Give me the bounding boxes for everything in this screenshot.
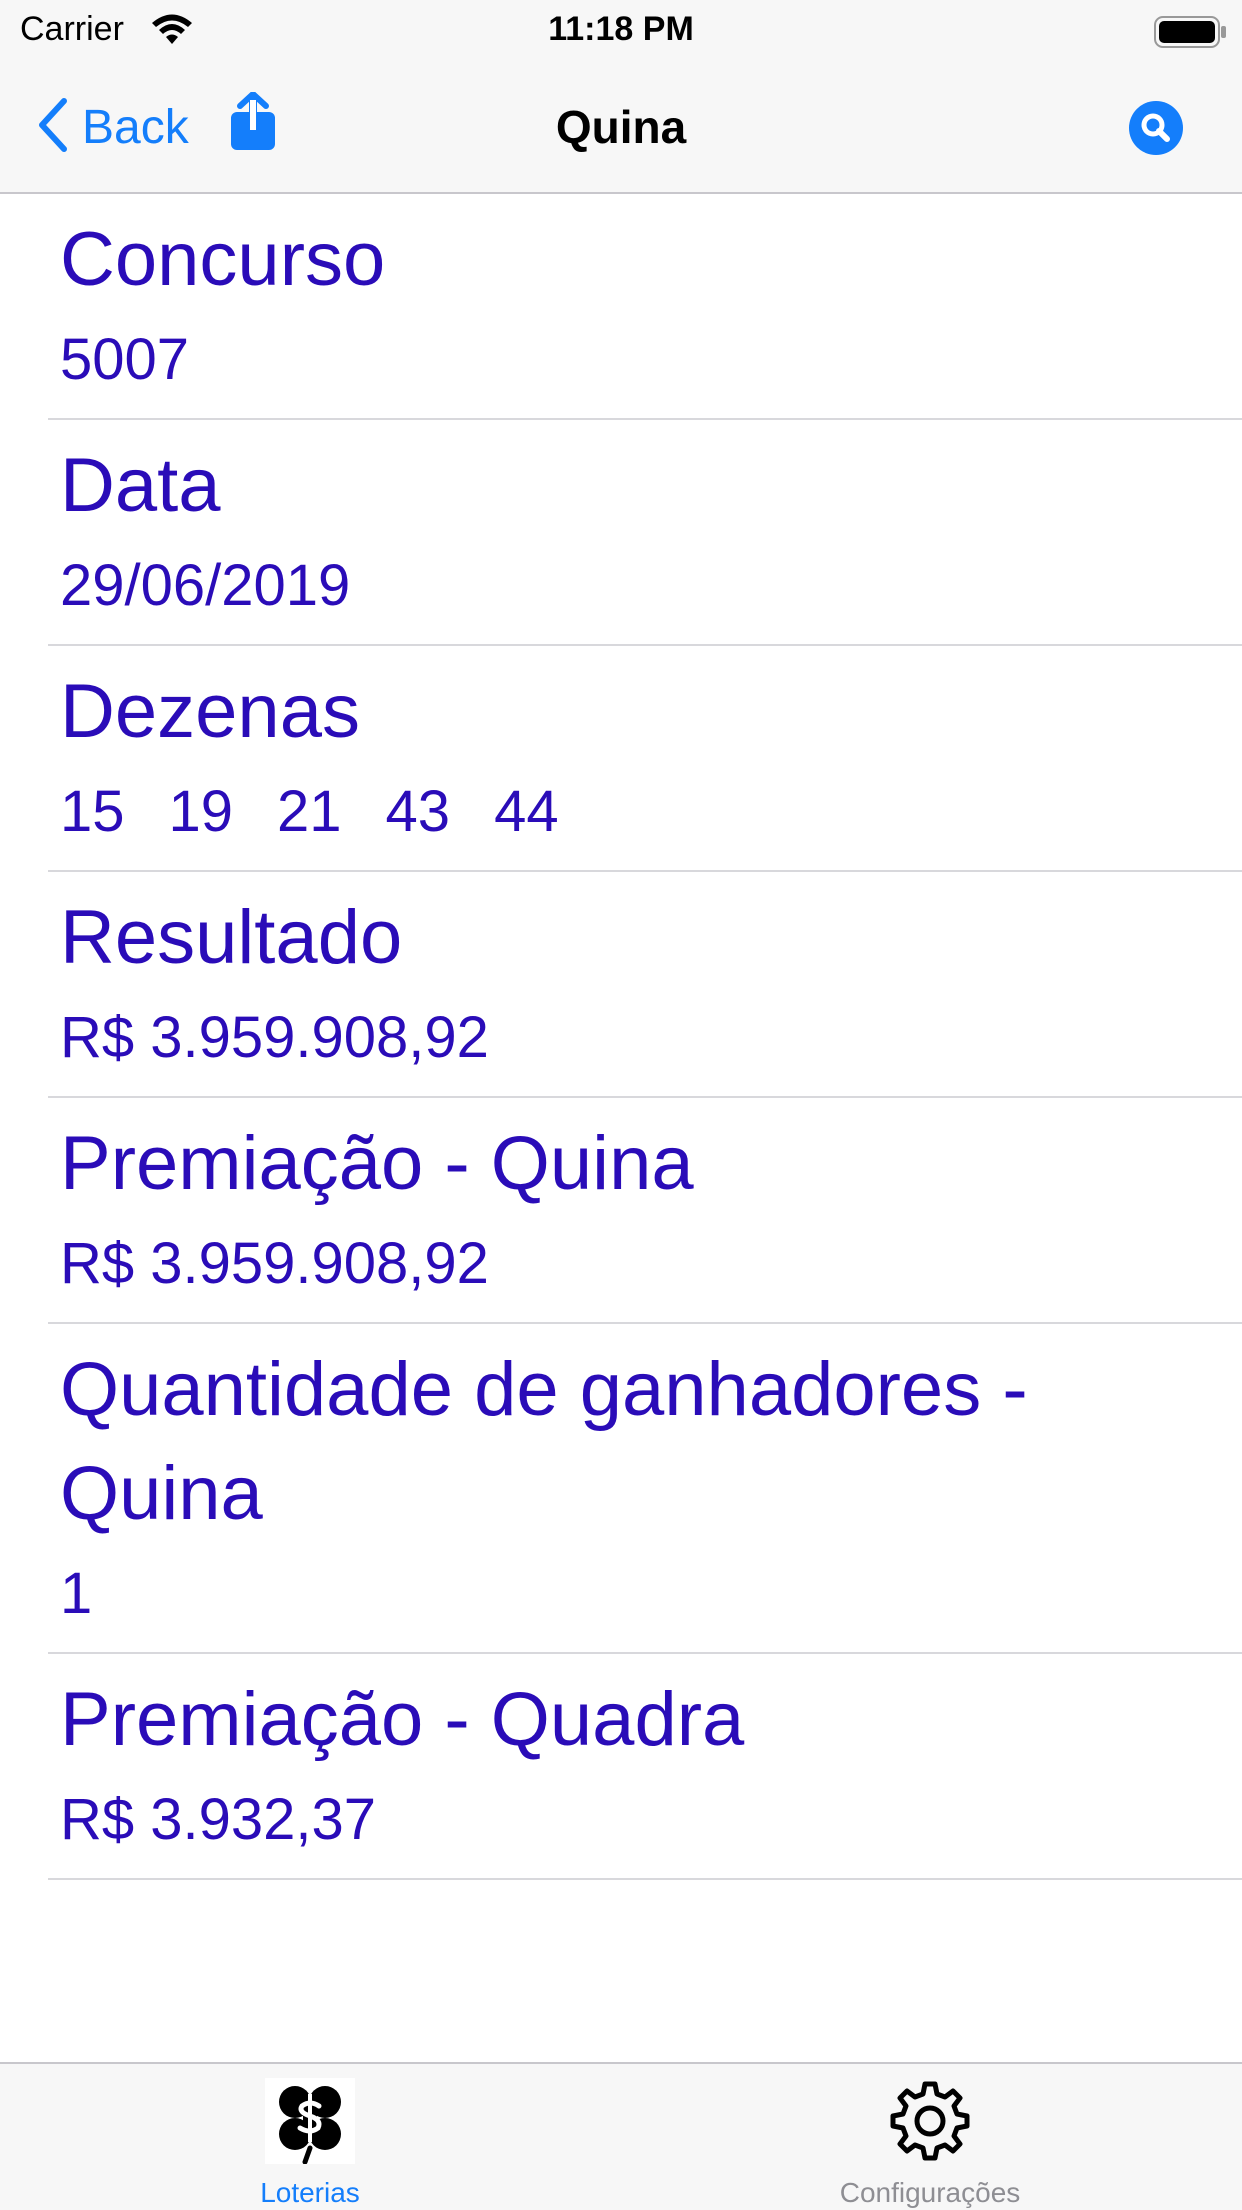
row-value: 5007 — [60, 327, 190, 392]
row-title: Concurso — [60, 217, 386, 302]
row-dezenas: Dezenas 15 19 21 43 44 — [48, 646, 1242, 872]
row-value: R$ 3.959.908,92 — [60, 1005, 489, 1070]
gear-icon — [887, 2078, 973, 2169]
tab-label: Loterias — [260, 2177, 360, 2208]
drawn-number: 15 — [60, 779, 125, 844]
tab-configuracoes[interactable]: Configurações — [780, 2078, 1080, 2209]
drawn-number: 43 — [385, 779, 451, 844]
tab-loterias[interactable]: Loterias — [160, 2078, 460, 2209]
row-ganhadores-quina: Quantidade de ganhadores - Quina 1 — [48, 1324, 1242, 1654]
row-title: Dezenas — [60, 669, 360, 754]
drawn-number: 21 — [277, 779, 342, 844]
search-button[interactable] — [1128, 100, 1184, 161]
tab-bar: Loterias Configurações — [0, 2062, 1242, 2210]
row-title: Quantidade de ganhadores - Quina — [60, 1347, 1028, 1536]
row-value: 1 — [60, 1561, 93, 1626]
row-title: Premiação - Quina — [60, 1121, 694, 1206]
drawn-number: 44 — [494, 779, 559, 844]
row-data: Data 29/06/2019 — [48, 420, 1242, 646]
battery-icon — [1154, 16, 1228, 53]
status-bar: Carrier 11:18 PM — [0, 0, 1242, 62]
row-concurso: Concurso 5007 — [48, 194, 1242, 420]
row-premiacao-quina: Premiação - Quina R$ 3.959.908,92 — [48, 1098, 1242, 1324]
search-icon — [1128, 101, 1184, 160]
row-value: R$ 3.932,37 — [60, 1787, 377, 1852]
row-title: Resultado — [60, 895, 403, 980]
drawn-number: 19 — [168, 779, 234, 844]
tab-label: Configurações — [839, 2177, 1021, 2208]
row-value: R$ 3.959.908,92 — [60, 1231, 489, 1296]
result-detail-list[interactable]: Concurso 5007 Data 29/06/2019 Dezenas 15… — [0, 194, 1242, 2062]
row-title: Premiação - Quadra — [60, 1677, 745, 1762]
row-title: Data — [60, 443, 221, 528]
row-premiacao-quadra: Premiação - Quadra R$ 3.932,37 — [48, 1654, 1242, 1880]
status-time: 11:18 PM — [548, 10, 694, 48]
lottery-clover-icon — [265, 2078, 355, 2169]
navigation-bar: Back Quina — [0, 62, 1242, 194]
drawn-numbers: 15 19 21 43 44 — [60, 764, 1242, 870]
page-title: Quina — [555, 101, 687, 153]
row-value: 29/06/2019 — [60, 553, 351, 618]
row-resultado: Resultado R$ 3.959.908,92 — [48, 872, 1242, 1098]
